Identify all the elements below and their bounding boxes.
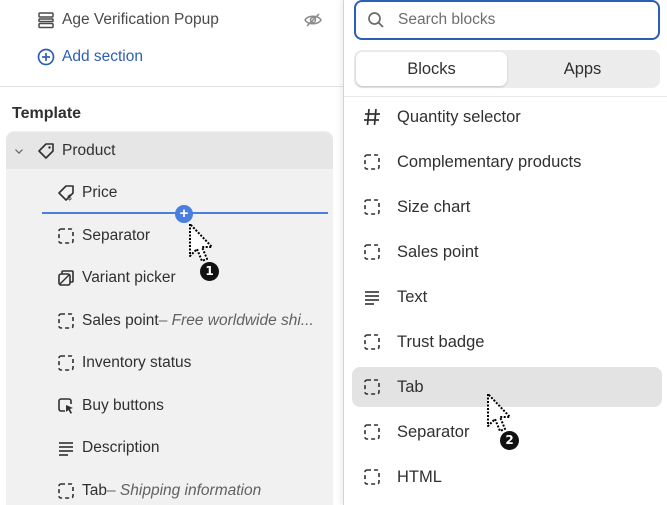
block-label: Separator bbox=[82, 227, 151, 244]
price-tag-icon: $ bbox=[56, 183, 76, 203]
dashed-square-icon bbox=[362, 197, 382, 217]
picker-item-trust-badge[interactable]: Trust badge bbox=[352, 322, 662, 362]
picker-item-label: Trust badge bbox=[397, 332, 485, 351]
dashed-square-icon bbox=[362, 467, 382, 487]
picker-item-text[interactable]: Text bbox=[352, 277, 662, 317]
dashed-square-icon bbox=[56, 311, 76, 331]
dashed-square-icon bbox=[362, 152, 382, 172]
cursor-box-icon bbox=[56, 396, 76, 416]
section-label: Age Verification Popup bbox=[62, 11, 219, 28]
block-separator[interactable]: Separator bbox=[56, 226, 150, 246]
chevron-down-icon[interactable] bbox=[12, 141, 26, 161]
plus-circle-icon bbox=[36, 47, 56, 67]
variant-icon bbox=[56, 268, 76, 288]
block-label: Inventory status bbox=[82, 354, 192, 371]
block-label: Sales point bbox=[82, 312, 159, 329]
block-variant-picker[interactable]: Variant picker bbox=[56, 268, 176, 288]
text-lines-icon bbox=[362, 287, 382, 307]
block-label: Price bbox=[82, 184, 118, 201]
product-label: Product bbox=[62, 142, 116, 159]
block-description[interactable]: Description bbox=[56, 438, 160, 458]
picker-item-label: Size chart bbox=[397, 197, 471, 216]
mouse-pointer-icon bbox=[188, 222, 222, 266]
insert-plus-icon[interactable]: + bbox=[175, 205, 193, 223]
picker-item-label: Text bbox=[397, 287, 428, 306]
picker-item-label: Quantity selector bbox=[397, 107, 521, 126]
block-label: Description bbox=[82, 439, 160, 456]
block-inventory-status[interactable]: Inventory status bbox=[56, 353, 191, 373]
block-sales-point[interactable]: Sales point – Free worldwide shi... bbox=[56, 311, 314, 331]
block-tab[interactable]: Tab – Shipping information bbox=[56, 481, 261, 501]
block-label: Variant picker bbox=[82, 269, 176, 286]
block-setting-summary: – Shipping information bbox=[107, 482, 262, 499]
picker-item-label: Separator bbox=[397, 422, 470, 441]
picker-item-label: Complementary products bbox=[397, 152, 582, 171]
picker-item-label: HTML bbox=[397, 467, 442, 486]
dashed-square-icon bbox=[362, 332, 382, 352]
tab-blocks[interactable]: Blocks bbox=[356, 52, 507, 86]
section-icon bbox=[36, 10, 56, 30]
block-price[interactable]: $ Price bbox=[56, 183, 117, 203]
divider bbox=[0, 86, 343, 87]
picker-item-size-chart[interactable]: Size chart bbox=[352, 187, 662, 227]
hash-icon bbox=[362, 107, 382, 127]
dashed-square-icon bbox=[56, 353, 76, 373]
picker-tabs: Blocks Apps bbox=[354, 50, 660, 88]
dashed-square-icon bbox=[362, 422, 382, 442]
block-buy-buttons[interactable]: Buy buttons bbox=[56, 396, 164, 416]
dashed-square-icon bbox=[362, 377, 382, 397]
step-badge: 2 bbox=[500, 431, 519, 450]
add-section-button[interactable]: Add section bbox=[36, 47, 143, 67]
dashed-square-icon bbox=[56, 226, 76, 246]
mouse-pointer-icon bbox=[486, 392, 520, 436]
search-input[interactable] bbox=[398, 11, 628, 29]
picker-item-label: Tab bbox=[397, 377, 424, 396]
eye-hidden-icon[interactable] bbox=[303, 10, 323, 30]
product-section-row[interactable]: Product bbox=[12, 141, 115, 161]
block-label: Tab bbox=[82, 482, 107, 499]
picker-item-label: Sales point bbox=[397, 242, 479, 261]
tag-icon bbox=[36, 141, 56, 161]
svg-text:$: $ bbox=[67, 193, 72, 202]
block-setting-summary: – Free worldwide shi... bbox=[158, 312, 314, 329]
search-field[interactable] bbox=[354, 0, 660, 40]
add-section-label: Add section bbox=[62, 48, 143, 65]
picker-item-quantity-selector[interactable]: Quantity selector bbox=[352, 97, 662, 137]
text-lines-icon bbox=[56, 438, 76, 458]
tab-apps[interactable]: Apps bbox=[507, 52, 658, 86]
picker-item-html[interactable]: HTML bbox=[352, 457, 662, 497]
template-heading: Template bbox=[12, 105, 82, 122]
dashed-square-icon bbox=[362, 242, 382, 262]
picker-item-complementary-products[interactable]: Complementary products bbox=[352, 142, 662, 182]
theme-editor-sidebar: Age Verification Popup Add section Templ… bbox=[0, 0, 343, 505]
step-badge: 1 bbox=[200, 262, 219, 281]
search-icon bbox=[366, 10, 386, 30]
dashed-square-icon bbox=[56, 481, 76, 501]
picker-item-sales-point[interactable]: Sales point bbox=[352, 232, 662, 272]
block-picker-panel: Blocks Apps Quantity selector Complement… bbox=[343, 0, 667, 505]
section-age-verification-popup[interactable]: Age Verification Popup bbox=[36, 10, 219, 30]
block-label: Buy buttons bbox=[82, 397, 164, 414]
